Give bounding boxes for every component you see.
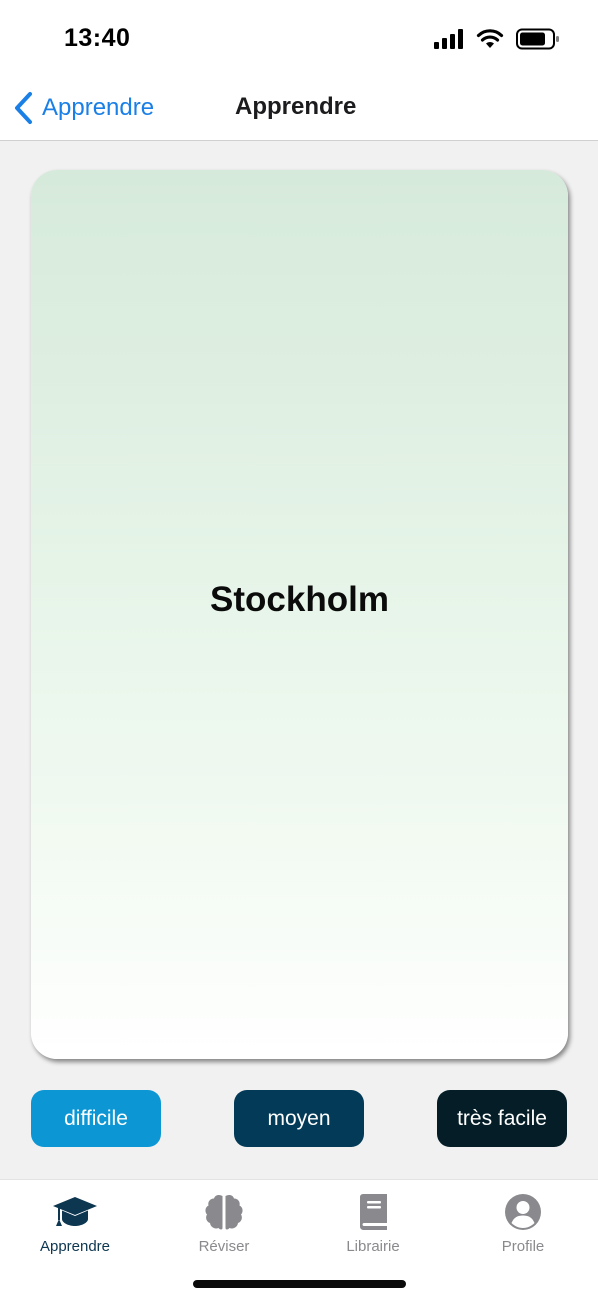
- tab-library[interactable]: Librairie: [308, 1192, 438, 1258]
- page-title: Apprendre: [235, 93, 357, 120]
- graduation-cap-icon: [51, 1192, 99, 1232]
- tab-review-label: Réviser: [198, 1238, 250, 1255]
- tab-library-label: Librairie: [346, 1238, 400, 1255]
- navigation-bar: Apprendre Apprendre: [0, 78, 598, 141]
- tab-review[interactable]: Réviser: [159, 1192, 289, 1258]
- tab-bar: Apprendre Réviser Librairie Profile: [0, 1179, 598, 1300]
- app-screen: 13:40 Apprendre Apprendre Stockholm diff…: [0, 0, 598, 1300]
- signal-icon: [434, 29, 463, 49]
- user-circle-icon: [504, 1192, 542, 1232]
- chevron-left-icon: [15, 92, 32, 124]
- flashcard[interactable]: Stockholm: [31, 170, 568, 1059]
- book-icon: [356, 1192, 390, 1232]
- status-icons: [434, 28, 560, 50]
- home-indicator: [193, 1280, 406, 1288]
- tab-learn-label: Apprendre: [39, 1238, 111, 1255]
- brain-icon: [203, 1192, 245, 1232]
- tab-profile-label: Profile: [501, 1238, 545, 1255]
- back-button[interactable]: Apprendre: [12, 90, 154, 126]
- battery-icon: [516, 28, 559, 50]
- back-button-label: Apprendre: [42, 94, 155, 121]
- tab-learn[interactable]: Apprendre: [10, 1192, 140, 1258]
- flashcard-word: Stockholm: [210, 579, 389, 619]
- status-bar: 13:40: [0, 0, 598, 78]
- tab-profile[interactable]: Profile: [458, 1192, 588, 1258]
- medium-button[interactable]: moyen: [234, 1090, 364, 1147]
- wifi-icon: [476, 29, 504, 48]
- very-easy-button[interactable]: très facile: [437, 1090, 567, 1147]
- difficult-button[interactable]: difficile: [31, 1090, 161, 1147]
- status-time: 13:40: [64, 24, 131, 52]
